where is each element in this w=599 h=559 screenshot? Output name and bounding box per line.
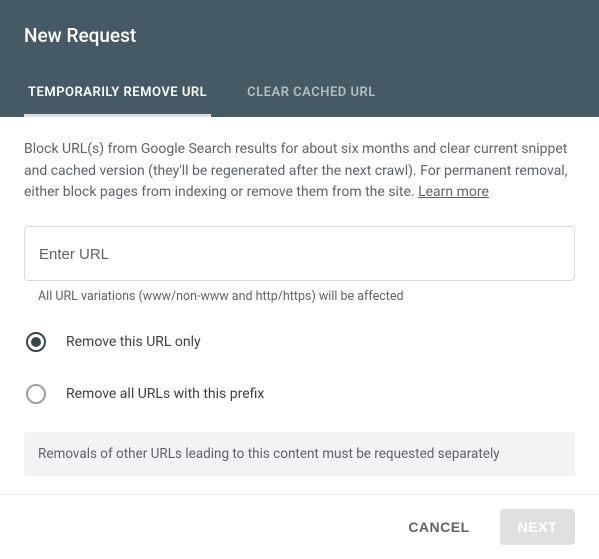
url-input[interactable] [39, 246, 560, 263]
learn-more-link[interactable]: Learn more [418, 184, 489, 200]
dialog-header: New Request TEMPORARILY REMOVE URL CLEAR… [0, 0, 599, 117]
radio-label: Remove this URL only [66, 334, 201, 350]
description-text: Block URL(s) from Google Search results … [24, 139, 575, 204]
radio-remove-all-urls-with-prefix[interactable]: Remove all URLs with this prefix [24, 376, 575, 412]
dialog-content: Block URL(s) from Google Search results … [0, 117, 599, 494]
tab-temporarily-remove-url[interactable]: TEMPORARILY REMOVE URL [24, 71, 211, 117]
radio-icon [26, 384, 46, 404]
url-input-container [24, 226, 575, 281]
removal-scope-radio-group: Remove this URL only Remove all URLs wit… [24, 324, 575, 412]
info-bar: Removals of other URLs leading to this c… [24, 432, 575, 476]
dialog-footer: CANCEL NEXT [0, 494, 599, 559]
dialog-title: New Request [24, 24, 575, 47]
tab-clear-cached-url[interactable]: CLEAR CACHED URL [243, 71, 380, 117]
next-button[interactable]: NEXT [500, 509, 575, 545]
new-request-dialog: New Request TEMPORARILY REMOVE URL CLEAR… [0, 0, 599, 536]
radio-icon [26, 332, 46, 352]
cancel-button[interactable]: CANCEL [390, 509, 487, 545]
radio-label: Remove all URLs with this prefix [66, 386, 264, 402]
tab-bar: TEMPORARILY REMOVE URL CLEAR CACHED URL [24, 71, 575, 117]
url-helper-text: All URL variations (www/non-www and http… [38, 289, 575, 304]
radio-remove-this-url-only[interactable]: Remove this URL only [24, 324, 575, 360]
